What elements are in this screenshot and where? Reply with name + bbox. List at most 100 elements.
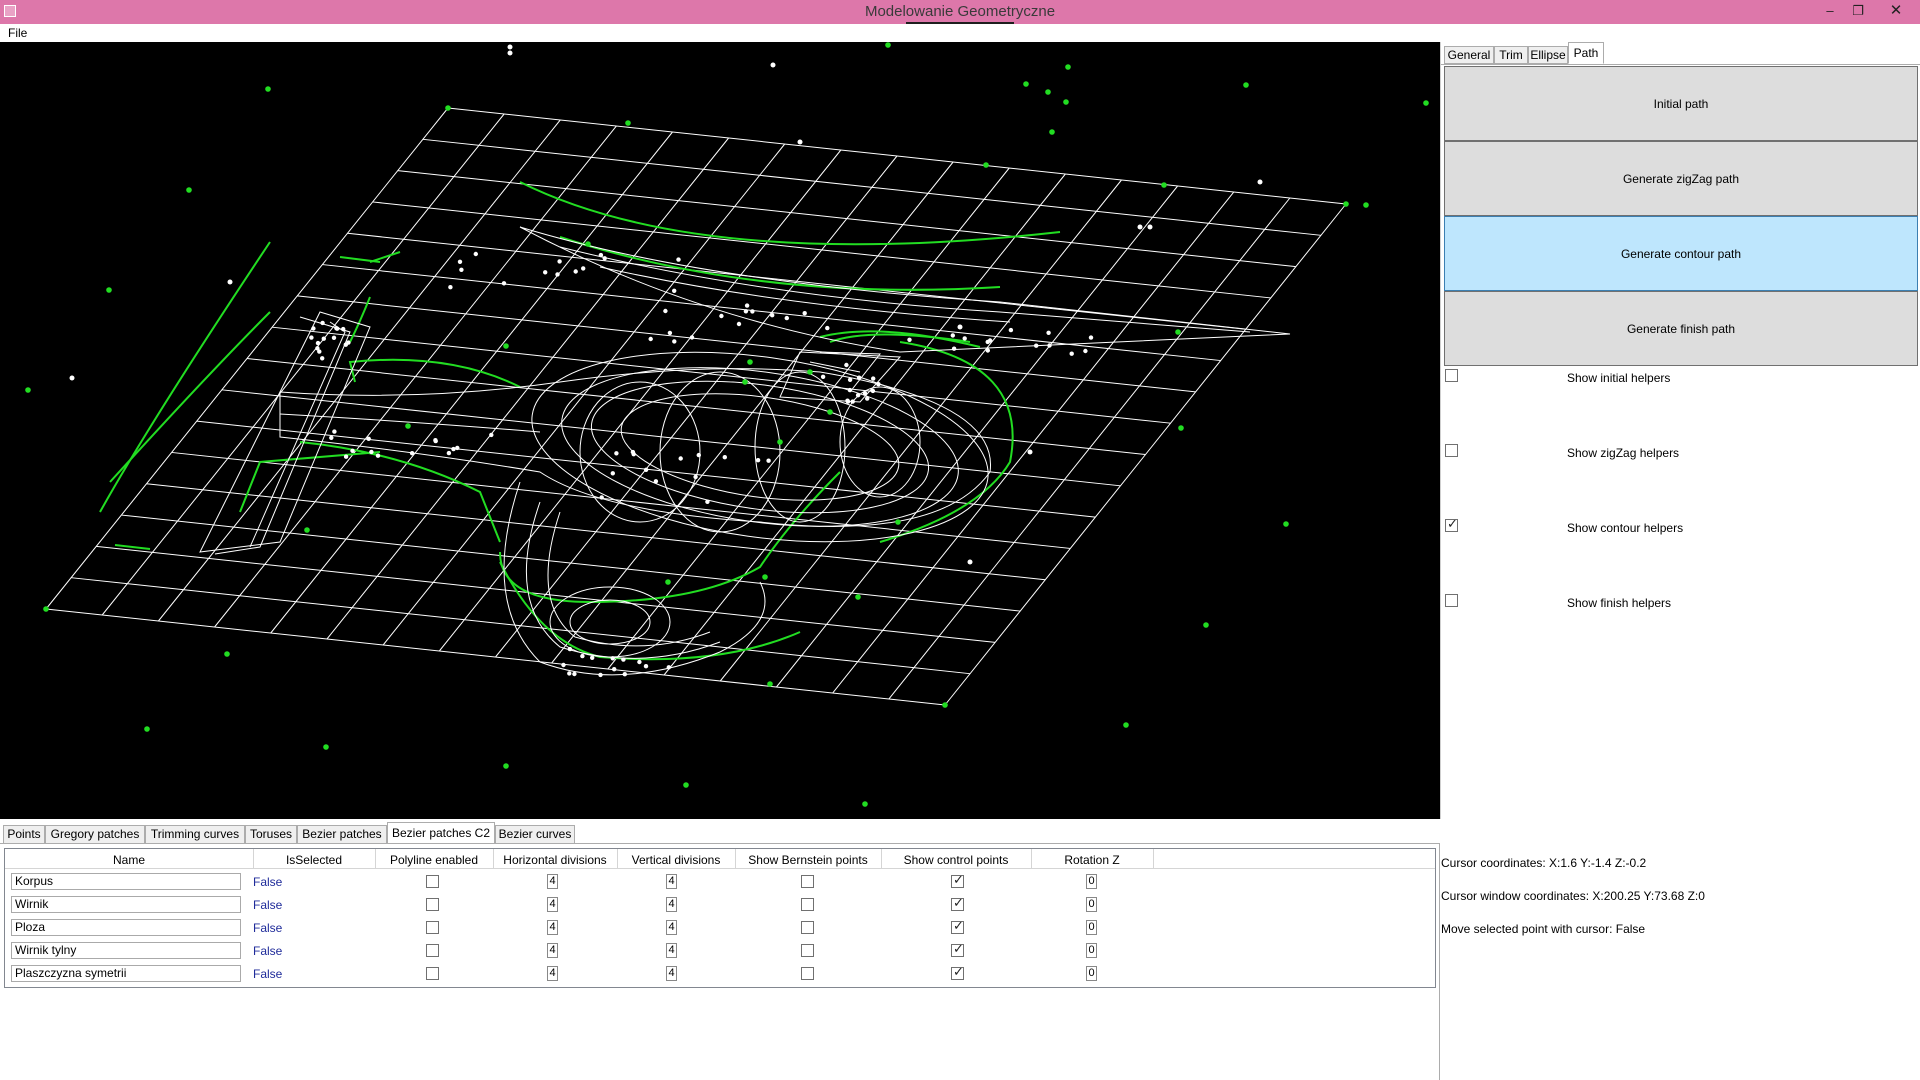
control-point[interactable] (1069, 351, 1074, 356)
control-point[interactable] (696, 452, 701, 458)
restore-button[interactable]: ❐ (1846, 2, 1870, 20)
vertical-divisions-field[interactable]: 4 (666, 920, 677, 935)
bezier-control-point[interactable] (405, 423, 411, 429)
col-rotation-header[interactable]: Rotation Z (1031, 853, 1153, 867)
control-point[interactable] (845, 399, 851, 404)
control-point[interactable] (985, 348, 990, 353)
scene-canvas[interactable] (0, 42, 1440, 819)
control-point[interactable] (433, 438, 438, 444)
minimize-button[interactable]: – (1818, 2, 1842, 20)
col-name-header[interactable]: Name (5, 853, 253, 867)
tab-trim[interactable]: Trim (1494, 46, 1528, 64)
tab-trimming-curves[interactable]: Trimming curves (145, 825, 245, 844)
control-point[interactable] (847, 387, 853, 393)
tab-bezier-patches-c2[interactable]: Bezier patches C2 (387, 822, 495, 844)
horizontal-divisions-field[interactable]: 4 (547, 897, 558, 912)
control-point[interactable] (581, 266, 586, 271)
rotation-z-field[interactable]: 0 (1086, 943, 1097, 958)
control-point[interactable] (567, 646, 573, 652)
control-point[interactable] (820, 374, 826, 379)
col-control-header[interactable]: Show control points (881, 853, 1031, 867)
control-point[interactable] (334, 326, 340, 331)
bernstein-points-checkbox[interactable] (801, 875, 814, 888)
control-point[interactable] (580, 653, 585, 659)
bezier-control-point[interactable] (1065, 64, 1071, 70)
control-point[interactable] (672, 288, 677, 293)
bezier-control-point[interactable] (585, 241, 591, 247)
control-point[interactable] (599, 495, 604, 500)
control-point[interactable] (797, 139, 803, 145)
bezier-control-point[interactable] (983, 162, 989, 168)
control-point[interactable] (343, 342, 348, 347)
control-point[interactable] (672, 339, 677, 344)
control-point[interactable] (643, 664, 649, 669)
show-zigzag-helpers-checkbox[interactable] (1445, 444, 1458, 457)
control-point[interactable] (825, 325, 830, 331)
control-point[interactable] (573, 269, 578, 274)
control-point[interactable] (850, 399, 855, 404)
control-point[interactable] (736, 321, 742, 327)
control-point[interactable] (321, 336, 326, 341)
control-point[interactable] (743, 309, 749, 314)
bernstein-points-checkbox[interactable] (801, 967, 814, 980)
control-point[interactable] (317, 349, 322, 354)
generate-zigzag-path-button[interactable]: Generate zigZag path (1444, 141, 1918, 216)
control-point[interactable] (459, 267, 464, 272)
control-point[interactable] (501, 281, 507, 286)
control-point[interactable] (770, 62, 776, 68)
control-point[interactable] (614, 451, 619, 456)
bernstein-points-checkbox[interactable] (801, 898, 814, 911)
show-initial-helpers-checkbox[interactable] (1445, 369, 1458, 382)
bezier-control-point[interactable] (1063, 99, 1069, 105)
control-point[interactable] (722, 455, 727, 460)
control-point[interactable] (610, 471, 615, 476)
control-point[interactable] (311, 326, 316, 331)
bezier-control-point[interactable] (1243, 82, 1249, 88)
control-point[interactable] (331, 335, 337, 340)
col-polyline-header[interactable]: Polyline enabled (375, 853, 493, 867)
control-point[interactable] (1034, 343, 1039, 348)
control-point[interactable] (637, 659, 642, 665)
control-point[interactable] (1046, 330, 1051, 335)
col-hdiv-header[interactable]: Horizontal divisions (493, 853, 617, 867)
bezier-control-point[interactable] (885, 42, 891, 48)
control-points-checkbox[interactable]: ✓ (951, 918, 964, 934)
control-point[interactable] (366, 436, 371, 441)
bezier-control-point[interactable] (625, 120, 631, 126)
control-point[interactable] (951, 346, 957, 351)
control-point[interactable] (451, 446, 456, 452)
tab-points[interactable]: Points (3, 825, 45, 844)
name-field[interactable]: Plaszczyzna symetrii (11, 965, 241, 982)
bezier-control-point[interactable] (1049, 129, 1055, 135)
control-point[interactable] (1083, 348, 1088, 354)
bezier-control-point[interactable] (106, 287, 112, 293)
control-point[interactable] (871, 376, 876, 381)
control-point[interactable] (663, 308, 668, 314)
control-point[interactable] (784, 315, 789, 321)
control-point[interactable] (1137, 224, 1143, 230)
bezier-control-point[interactable] (503, 343, 509, 349)
control-point[interactable] (1088, 335, 1094, 340)
bezier-control-point[interactable] (304, 527, 310, 533)
control-point[interactable] (341, 326, 346, 332)
col-isselected-header[interactable]: IsSelected (253, 853, 375, 867)
bezier-control-point[interactable] (265, 86, 271, 92)
control-point[interactable] (667, 330, 673, 336)
control-point[interactable] (555, 272, 560, 277)
control-point[interactable] (755, 458, 761, 463)
control-point[interactable] (744, 303, 750, 308)
control-point[interactable] (610, 656, 615, 661)
table-row[interactable]: Ploza False 4 4 ✓ 0 (5, 916, 1435, 939)
control-point[interactable] (689, 335, 695, 340)
control-point[interactable] (455, 445, 460, 451)
control-point[interactable] (320, 320, 325, 326)
patch-data-grid[interactable]: Name IsSelected Polyline enabled Horizon… (4, 848, 1436, 988)
control-point[interactable] (643, 467, 649, 472)
control-point[interactable] (950, 333, 955, 338)
bezier-control-point[interactable] (895, 519, 901, 525)
horizontal-divisions-field[interactable]: 4 (547, 966, 558, 981)
tab-path[interactable]: Path (1568, 42, 1604, 64)
menu-file[interactable]: File (8, 26, 27, 40)
control-points-checkbox[interactable]: ✓ (951, 964, 964, 980)
rotation-z-field[interactable]: 0 (1086, 874, 1097, 889)
